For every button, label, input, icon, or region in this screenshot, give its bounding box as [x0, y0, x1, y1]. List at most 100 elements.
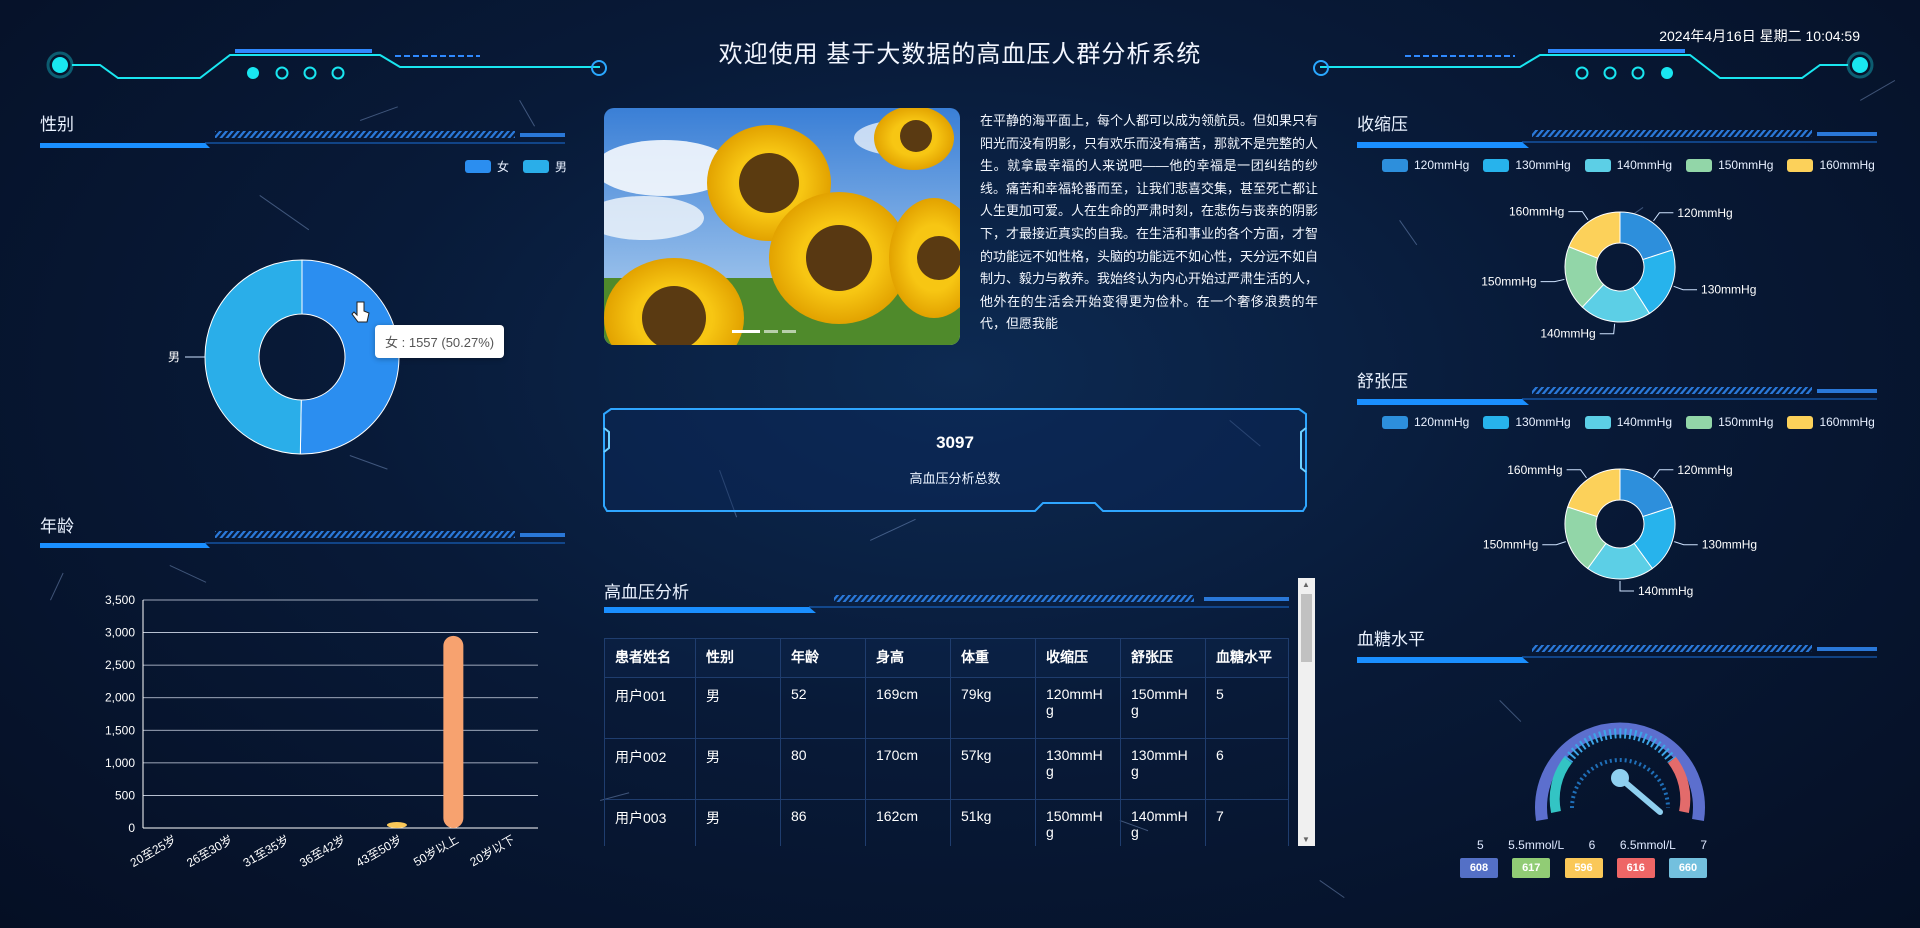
legend-item-male[interactable]: 男	[523, 158, 567, 175]
y-tick-label: 3,000	[105, 626, 135, 640]
label-leader-line	[1674, 541, 1698, 546]
x-tick-label: 26至30岁	[184, 832, 235, 870]
glucose-gauge[interactable]	[1520, 690, 1720, 830]
pie-outer-label: 男	[168, 350, 180, 364]
table-cell: 7	[1205, 799, 1289, 846]
table-cell: 男	[695, 799, 781, 846]
x-tick-label: 36至42岁	[297, 832, 348, 870]
table-cell: 男	[695, 738, 781, 800]
hypertension-table-container[interactable]: 患者姓名 性别 年龄 身高 体重 收缩压 舒张压 血糖水平 用户001 男 52…	[604, 638, 1289, 846]
legend-item-female[interactable]: 女	[465, 158, 509, 175]
glucose-badge: 596	[1564, 858, 1603, 878]
table-cell: 150mmHg	[1120, 677, 1206, 739]
table-cell: 150mmHg	[1035, 799, 1121, 846]
pie-outer-label: 140mmHg	[1540, 327, 1595, 341]
x-tick-label: 50岁以上	[411, 832, 461, 870]
bar[interactable]	[443, 635, 464, 828]
y-tick-label: 1,500	[105, 723, 135, 737]
table-cell: 男	[695, 677, 781, 739]
table-cell: 140mmHg	[1120, 799, 1206, 846]
table-row[interactable]: 用户002 男 80 170cm 57kg 130mmHg 130mmHg 6	[604, 738, 1289, 800]
x-tick-label: 20至25岁	[127, 832, 178, 870]
legend-swatch	[523, 160, 550, 173]
label-leader-line	[1619, 581, 1634, 592]
y-tick-label: 2,500	[105, 658, 135, 672]
legend-swatch	[1686, 158, 1713, 172]
x-tick-label: 31至35岁	[240, 832, 291, 870]
x-tick-label: 43至50岁	[353, 832, 404, 870]
systolic-donut-chart[interactable]: 120mmHg 130mmHg 140mmHg 150mmHg 160mmHg	[1480, 195, 1760, 345]
table-row[interactable]: 用户001 男 52 169cm 79kg 120mmHg 150mmHg 5	[604, 677, 1289, 739]
legend-swatch	[1686, 415, 1713, 429]
diastolic-donut-chart[interactable]: 120mmHg 130mmHg 140mmHg 150mmHg 160mmHg	[1480, 452, 1760, 602]
legend-label: 130mmHg	[1515, 158, 1571, 172]
scroll-down-arrow-icon[interactable]: ▼	[1302, 835, 1310, 844]
legend-item[interactable]: 130mmHg	[1483, 158, 1571, 172]
age-title-underline	[40, 531, 565, 548]
table-cell: 130mmHg	[1120, 738, 1206, 800]
legend-swatch	[1584, 415, 1611, 429]
table-header-row: 患者姓名 性别 年龄 身高 体重 收缩压 舒张压 血糖水平	[604, 638, 1289, 678]
column-header[interactable]: 舒张压	[1120, 638, 1206, 678]
glucose-badge: 608	[1460, 858, 1498, 878]
table-scrollbar[interactable]: ▲ ▼	[1298, 578, 1315, 846]
pie-slice-4[interactable]	[1567, 468, 1621, 518]
gauge-scale-label: 7	[1700, 838, 1707, 852]
glucose-badge: 617	[1512, 858, 1551, 878]
table-cell: 5	[1205, 677, 1289, 739]
sunflower-image	[604, 108, 960, 345]
legend-item[interactable]: 160mmHg	[1787, 415, 1875, 429]
cursor-hand-icon	[351, 301, 370, 323]
column-header[interactable]: 收缩压	[1035, 638, 1121, 678]
label-leader-line	[1673, 285, 1698, 291]
glucose-badge: 616	[1616, 858, 1655, 878]
column-header[interactable]: 体重	[950, 638, 1036, 678]
pie-outer-label: 160mmHg	[1507, 463, 1562, 477]
label-leader-line	[1653, 469, 1674, 479]
column-header[interactable]: 患者姓名	[604, 638, 696, 678]
column-header[interactable]: 血糖水平	[1205, 638, 1289, 678]
gauge-scale-label: 5	[1477, 838, 1484, 852]
scroll-up-arrow-icon[interactable]: ▲	[1302, 580, 1310, 589]
pie-slice-1[interactable]	[204, 259, 303, 455]
pie-outer-label: 130mmHg	[1701, 283, 1756, 297]
y-tick-label: 1,000	[105, 756, 135, 770]
gauge-scale-label: 5.5mmol/L	[1508, 838, 1565, 852]
table-row[interactable]: 用户003 男 86 162cm 51kg 150mmHg 140mmHg 7	[604, 799, 1289, 846]
y-tick-label: 0	[128, 821, 135, 835]
label-leader-line	[1542, 541, 1566, 546]
table-cell: 52	[780, 677, 866, 739]
legend-item[interactable]: 120mmHg	[1382, 158, 1469, 172]
x-tick-label: 20岁以下	[467, 832, 517, 870]
y-tick-label: 500	[115, 788, 135, 802]
diastolic-legend: 120mmHg 130mmHg 140mmHg 150mmHg 160mmHg	[1382, 415, 1875, 429]
column-header[interactable]: 性别	[695, 638, 781, 678]
scrollbar-thumb[interactable]	[1301, 594, 1312, 662]
legend-item[interactable]: 150mmHg	[1686, 415, 1773, 429]
legend-item[interactable]: 150mmHg	[1686, 158, 1773, 172]
bar[interactable]	[386, 822, 407, 828]
page-title: 欢迎使用 基于大数据的高血压人群分析系统	[718, 41, 1202, 68]
legend-label: 130mmHg	[1515, 415, 1571, 429]
label-leader-line	[1653, 212, 1674, 222]
total-label: 高血压分析总数	[909, 471, 1001, 486]
legend-item[interactable]: 140mmHg	[1584, 158, 1673, 172]
legend-item[interactable]: 130mmHg	[1483, 415, 1571, 429]
legend-swatch	[1382, 158, 1408, 172]
y-tick-label: 2,000	[105, 691, 135, 705]
systolic-title-underline	[1357, 130, 1877, 148]
diastolic-title-underline	[1357, 387, 1877, 405]
gauge-scale-label: 6	[1588, 838, 1596, 852]
column-header[interactable]: 身高	[865, 638, 951, 678]
table-cell: 用户002	[604, 738, 696, 800]
legend-item[interactable]: 160mmHg	[1787, 158, 1875, 172]
legend-label: 140mmHg	[1616, 158, 1673, 172]
gauge-scale-label: 6.5mmol/L	[1619, 838, 1676, 852]
pie-outer-label: 120mmHg	[1677, 463, 1732, 477]
legend-item[interactable]: 140mmHg	[1584, 415, 1672, 429]
column-header[interactable]: 年龄	[780, 638, 866, 678]
legend-label: 160mmHg	[1819, 415, 1875, 429]
legend-item[interactable]: 120mmHg	[1382, 415, 1469, 429]
age-bar-chart[interactable]: 0 500 1,000 1,500 2,000 2,500 3,000 3,500 20至25岁…	[80, 585, 560, 870]
table-cell: 57kg	[950, 738, 1036, 800]
